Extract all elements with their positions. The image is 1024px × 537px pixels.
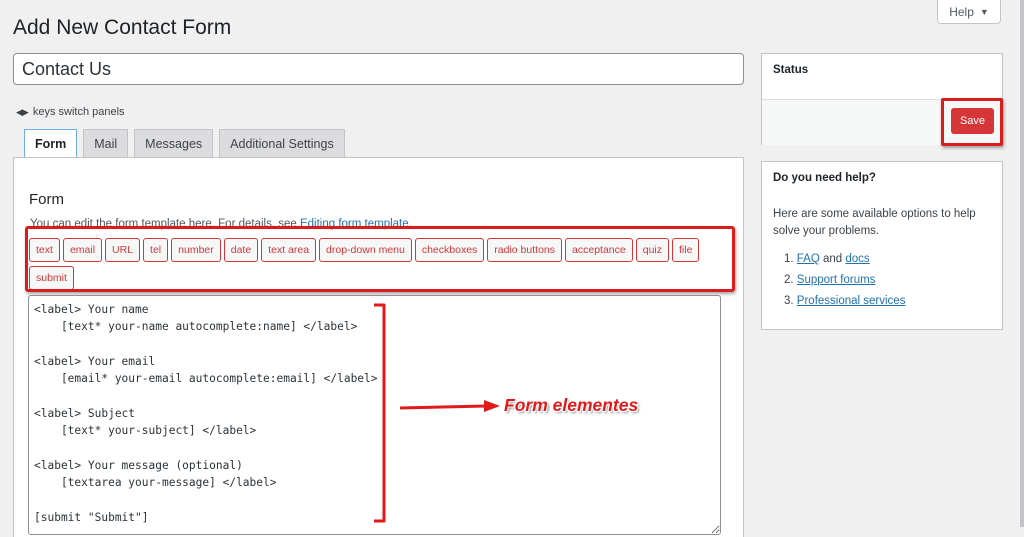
list-number: 1. xyxy=(784,253,794,265)
form-title-input[interactable] xyxy=(13,53,744,85)
tag-button-tel[interactable]: tel xyxy=(143,238,169,262)
page-scrollbar[interactable] xyxy=(1020,0,1024,527)
docs-link[interactable]: docs xyxy=(845,253,869,265)
form-panel-heading: Form xyxy=(29,191,64,208)
list-item: 2. Support forums xyxy=(784,270,905,291)
tab-form[interactable]: Form xyxy=(24,129,78,158)
and-text: and xyxy=(819,253,846,265)
keys-hint-text: keys switch panels xyxy=(32,106,125,118)
faq-link[interactable]: FAQ xyxy=(797,253,820,265)
form-panel-description: You can edit the form template here. For… xyxy=(30,218,412,230)
description-text: You can edit the form template here. For… xyxy=(30,218,300,230)
help-box-title: Do you need help? xyxy=(773,172,876,184)
tag-button-number[interactable]: number xyxy=(171,238,221,262)
tab-additional-settings[interactable]: Additional Settings xyxy=(219,129,345,157)
tag-button-quiz[interactable]: quiz xyxy=(635,238,669,262)
list-item: 3. Professional services xyxy=(784,291,905,312)
tag-button-acceptance[interactable]: acceptance xyxy=(565,238,633,262)
tab-messages[interactable]: Messages xyxy=(134,129,214,157)
tag-button-submit[interactable]: submit xyxy=(29,266,74,290)
help-box: Do you need help? Here are some availabl… xyxy=(761,161,1003,330)
tag-button-textarea[interactable]: text area xyxy=(261,238,317,262)
tag-button-date[interactable]: date xyxy=(223,238,259,262)
help-box-text: Here are some available options to help … xyxy=(773,208,976,237)
caret-down-icon: ▼ xyxy=(979,6,989,17)
left-right-arrows-icon: ◀▶ xyxy=(16,106,29,117)
tag-button-radio-buttons[interactable]: radio buttons xyxy=(487,238,563,262)
tag-button-email[interactable]: email xyxy=(62,238,103,262)
panel-tabs: Form Mail Messages Additional Settings xyxy=(24,129,345,158)
tag-button-text[interactable]: text xyxy=(29,238,60,262)
tag-button-dropdown-menu[interactable]: drop-down menu xyxy=(319,238,412,262)
status-box: Status Save xyxy=(761,53,1003,145)
professional-services-link[interactable]: Professional services xyxy=(797,295,906,307)
tag-button-checkboxes[interactable]: checkboxes xyxy=(414,238,485,262)
keys-hint: ◀▶ keys switch panels xyxy=(16,106,125,118)
tag-button-file[interactable]: file xyxy=(672,238,700,262)
tag-generator-buttons: text email URL tel number date text area… xyxy=(29,238,719,290)
save-button[interactable]: Save xyxy=(951,108,994,134)
status-box-title: Status xyxy=(762,54,1002,100)
description-suffix: . xyxy=(408,218,412,230)
page-title: Add New Contact Form xyxy=(13,16,232,39)
help-options-list: 1. FAQ and docs 2. Support forums 3. Pro… xyxy=(784,249,905,312)
list-number: 2. xyxy=(784,274,794,286)
support-forums-link[interactable]: Support forums xyxy=(797,274,876,286)
list-number: 3. xyxy=(784,295,794,307)
status-box-actions: Save xyxy=(762,100,1002,145)
help-tab-label: Help xyxy=(949,4,974,19)
editing-form-template-link[interactable]: Editing form template xyxy=(300,218,409,230)
list-item: 1. FAQ and docs xyxy=(784,249,905,270)
tab-mail[interactable]: Mail xyxy=(83,129,129,157)
form-elements-annotation-label: Form elementes xyxy=(504,395,639,415)
tag-button-url[interactable]: URL xyxy=(105,238,141,262)
help-tab-button[interactable]: Help ▼ xyxy=(937,0,1001,24)
